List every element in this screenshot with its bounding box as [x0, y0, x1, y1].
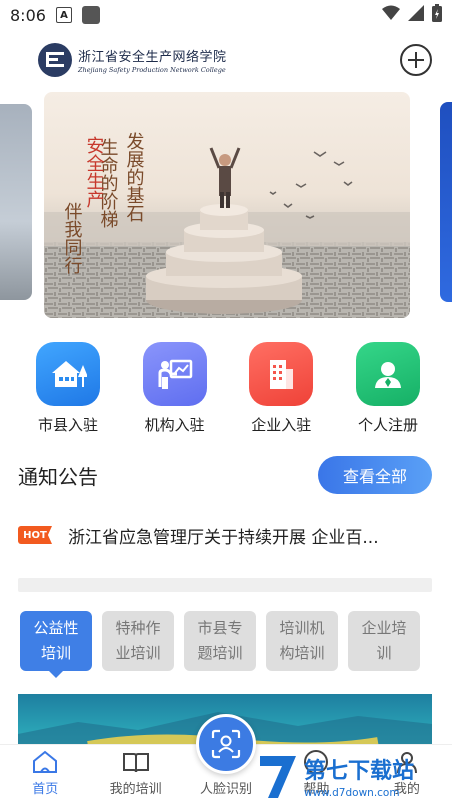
tabbar-my-training-label: 我的培训	[109, 782, 162, 797]
banner-line-3: 安全生产	[84, 136, 105, 208]
presentation-icon	[158, 359, 192, 389]
status-time: 8:06	[10, 5, 46, 25]
tab-special-operation[interactable]: 特种作 业培训	[102, 611, 174, 671]
notice-title: 通知公告	[18, 464, 98, 489]
college-name: 浙江省安全生产网络学院 Zhejiang Safety Production N…	[78, 46, 227, 74]
add-button[interactable]	[400, 44, 432, 76]
notice-item[interactable]: HOT 浙江省应急管理厅关于持续开展 企业百...	[18, 520, 432, 550]
notice-header: 通知公告 查看全部	[18, 454, 432, 496]
help-icon	[301, 748, 331, 776]
signal-icon	[408, 5, 424, 25]
college-name-en: Zhejiang Safety Production Network Colle…	[78, 66, 226, 74]
face-recognition-button[interactable]	[196, 714, 256, 774]
banner-line-4: 伴我同行	[62, 202, 83, 274]
house-icon	[52, 361, 87, 387]
quick-action-enterprise[interactable]: 企业入驻	[231, 342, 331, 438]
user-icon	[392, 748, 422, 776]
hot-badge: HOT	[18, 526, 52, 544]
notification-square-icon	[81, 6, 100, 24]
view-all-button[interactable]: 查看全部	[318, 456, 432, 494]
face-scan-icon	[211, 729, 241, 759]
quick-actions: 市县入驻 机构入驻 企业入驻 个人注册	[0, 342, 452, 438]
quick-action-institution-label: 机构入驻	[144, 416, 205, 434]
battery-icon	[432, 4, 442, 26]
tabbar-home[interactable]: 首页	[0, 745, 90, 803]
banner-carousel[interactable]: 发展的基石 生命的阶梯 安全生产 伴我同行	[0, 92, 452, 320]
banner-next-peek[interactable]	[440, 102, 452, 302]
quick-action-institution[interactable]: 机构入驻	[125, 342, 225, 438]
quick-action-city-label: 市县入驻	[37, 416, 98, 434]
plus-icon	[408, 52, 424, 68]
person-icon	[374, 362, 401, 388]
tabbar-help-label: 帮助	[303, 782, 330, 797]
banner-prev-peek[interactable]	[0, 104, 32, 300]
app-header: 浙江省安全生产网络学院 Zhejiang Safety Production N…	[0, 36, 452, 84]
tabbar-help[interactable]: 帮助	[271, 745, 361, 803]
tabbar-mine-label: 我的	[393, 782, 420, 797]
section-divider	[18, 578, 432, 592]
quick-action-personal-bg	[355, 342, 420, 406]
book-icon	[121, 748, 151, 776]
building-icon	[270, 360, 294, 389]
banner-line-1: 发展的基石	[124, 132, 145, 222]
quick-action-personal-label: 个人注册	[357, 416, 418, 434]
wifi-icon	[382, 5, 400, 25]
quick-action-city[interactable]: 市县入驻	[18, 342, 118, 438]
tab-public-training[interactable]: 公益性 培训	[20, 611, 92, 678]
college-name-cn: 浙江省安全生产网络学院	[78, 50, 227, 65]
home-icon	[30, 748, 60, 776]
quick-action-institution-bg	[142, 342, 207, 406]
tabbar-my-training[interactable]: 我的培训	[90, 745, 180, 803]
notice-item-text: 浙江省应急管理厅关于持续开展 企业百...	[68, 527, 379, 548]
tab-city-topic[interactable]: 市县专 题培训	[184, 611, 256, 671]
tab-institution[interactable]: 培训机 构培训	[266, 611, 338, 671]
banner-slide[interactable]: 发展的基石 生命的阶梯 安全生产 伴我同行	[44, 92, 410, 318]
quick-action-personal[interactable]: 个人注册	[338, 342, 438, 438]
tabbar-face-label: 人脸识别	[200, 782, 253, 797]
quick-action-city-bg	[36, 342, 100, 406]
training-tabs: 公益性 培训 特种作 业培训 市县专 题培训 培训机 构培训 企业培 训	[20, 611, 434, 678]
banner-illustration: 发展的基石 生命的阶梯 安全生产 伴我同行	[44, 132, 410, 318]
notification-a-icon: A	[55, 7, 72, 23]
tabbar-home-label: 首页	[32, 782, 59, 797]
quick-action-enterprise-label: 企业入驻	[251, 416, 312, 434]
quick-action-enterprise-bg	[249, 342, 314, 406]
tabbar-mine[interactable]: 我的	[362, 745, 452, 803]
college-logo-icon	[38, 43, 72, 77]
tab-enterprise[interactable]: 企业培 训	[348, 611, 420, 671]
status-bar: 8:06 A	[0, 0, 452, 30]
